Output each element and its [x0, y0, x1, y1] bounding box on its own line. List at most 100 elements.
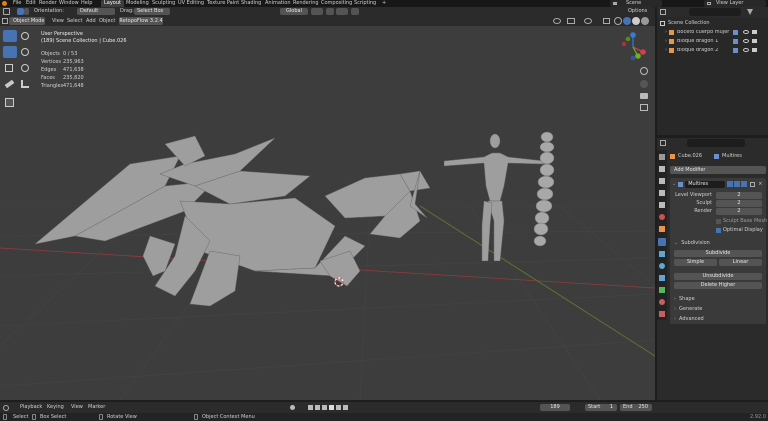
prev-keyframe-icon[interactable]: [315, 405, 320, 410]
perspective-toggle-icon[interactable]: [640, 104, 648, 111]
menu-marker[interactable]: Marker: [88, 405, 105, 410]
snap-target-icon[interactable]: [336, 8, 348, 15]
spine-sculpt-model[interactable]: [532, 131, 562, 251]
transform-orientation-dropdown[interactable]: Global: [280, 8, 308, 15]
gizmo-toggle-icon[interactable]: [567, 18, 575, 24]
expand-arrow-icon[interactable]: ›: [665, 38, 667, 44]
annotate-tool-icon[interactable]: [4, 79, 15, 89]
subdivision-section[interactable]: ⌄ Subdivision: [674, 240, 710, 247]
measure-tool-icon[interactable]: [21, 80, 29, 88]
3d-viewport[interactable]: User Perspective (189) Scene Collection …: [0, 26, 655, 400]
menu-add[interactable]: Add: [86, 19, 96, 24]
linear-button[interactable]: Linear: [719, 259, 762, 266]
optimal-display-checkbox[interactable]: [716, 228, 721, 233]
collapse-arrow-icon[interactable]: ⌄: [672, 181, 676, 187]
tab-layout[interactable]: Layout: [101, 0, 124, 7]
transform-tool-icon[interactable]: [21, 64, 29, 72]
record-icon[interactable]: [290, 405, 295, 410]
mode-dropdown[interactable]: Object Mode: [9, 17, 45, 25]
jump-end-icon[interactable]: [343, 405, 348, 410]
select-mode-new[interactable]: [17, 8, 24, 15]
outliner-editor-icon[interactable]: [660, 9, 666, 15]
view-layer-tab-icon[interactable]: [659, 190, 665, 196]
modifier-name-field[interactable]: Multires: [685, 180, 726, 188]
outliner-search-input[interactable]: [689, 8, 741, 16]
properties-editor-icon[interactable]: [660, 140, 666, 146]
menu-render[interactable]: Render: [39, 1, 57, 6]
visibility-eye-icon[interactable]: [743, 39, 749, 43]
add-workspace-button[interactable]: +: [382, 1, 386, 6]
select-mode-extend[interactable]: [24, 8, 29, 15]
object-tab-icon[interactable]: [659, 226, 665, 232]
optimal-display-row[interactable]: Optimal Display: [716, 227, 763, 234]
expand-arrow-icon[interactable]: ›: [665, 29, 667, 35]
add-modifier-dropdown[interactable]: Add Modifier: [670, 166, 766, 174]
data-tab-icon[interactable]: [659, 287, 665, 293]
3d-cursor-icon[interactable]: [333, 276, 345, 288]
sculpt-base-mesh-row[interactable]: Sculpt Base Mesh: [716, 218, 767, 225]
tab-animation[interactable]: Animation: [265, 1, 291, 6]
select-tool-icon[interactable]: [3, 8, 10, 15]
outliner-item[interactable]: › Bloque dragon 1: [665, 37, 765, 45]
render-camera-icon[interactable]: [752, 39, 757, 43]
cursor-tool-icon[interactable]: [21, 32, 29, 40]
expand-arrow-icon[interactable]: ›: [665, 47, 667, 53]
tab-uv-editing[interactable]: UV Editing: [178, 1, 204, 6]
snap-icon[interactable]: [326, 8, 334, 15]
menu-edit[interactable]: Edit: [26, 1, 36, 6]
tab-rendering[interactable]: Rendering: [293, 1, 319, 6]
navigation-gizmo[interactable]: [618, 32, 648, 62]
shading-solid-icon[interactable]: [623, 17, 631, 25]
menu-select[interactable]: Select: [67, 19, 82, 24]
modifier-tab-icon[interactable]: [658, 238, 666, 246]
jump-start-icon[interactable]: [308, 405, 313, 410]
zoom-icon[interactable]: [640, 67, 648, 75]
shape-section[interactable]: › Shape: [674, 296, 695, 303]
camera-view-icon[interactable]: [640, 93, 648, 99]
outliner-item[interactable]: › Boceto cuerpo mujer: [665, 28, 765, 36]
blender-logo-icon[interactable]: [2, 1, 7, 6]
menu-help[interactable]: Help: [81, 1, 92, 6]
visibility-eye-icon[interactable]: [743, 48, 749, 52]
menu-playback[interactable]: Playback: [20, 405, 42, 410]
edit-mode-toggle-icon[interactable]: [727, 181, 734, 187]
menu-window[interactable]: Window: [59, 1, 79, 6]
view-layer-selector[interactable]: View Layer: [704, 0, 766, 7]
tab-scripting[interactable]: Scripting: [354, 1, 376, 6]
proportional-edit-icon[interactable]: [351, 8, 359, 15]
unsubdivide-button[interactable]: Unsubdivide: [674, 273, 762, 280]
visibility-eye-icon[interactable]: [743, 30, 749, 34]
material-tab-icon[interactable]: [659, 299, 665, 305]
menu-object[interactable]: Object: [99, 19, 115, 24]
options-dropdown[interactable]: Options: [628, 9, 647, 14]
shading-wireframe-icon[interactable]: [614, 17, 622, 25]
add-cube-tool-icon[interactable]: [5, 98, 14, 107]
tab-compositing[interactable]: Compositing: [321, 1, 352, 6]
outliner-root[interactable]: Scene Collection: [660, 19, 710, 27]
viewport-toggle-icon[interactable]: [734, 181, 741, 187]
properties-search-input[interactable]: [687, 139, 745, 147]
menu-file[interactable]: File: [13, 1, 21, 6]
end-frame-field[interactable]: End 250: [620, 404, 652, 411]
generate-section[interactable]: › Generate: [674, 306, 702, 313]
tab-modeling[interactable]: Modeling: [126, 1, 149, 6]
play-icon[interactable]: [329, 405, 334, 410]
constraints-tab-icon[interactable]: [659, 275, 665, 281]
particles-tab-icon[interactable]: [659, 251, 665, 257]
render-camera-icon[interactable]: [752, 48, 757, 52]
sculpt-base-mesh-checkbox[interactable]: [716, 219, 721, 224]
menu-timeline-view[interactable]: View: [71, 405, 83, 410]
move-tool-icon[interactable]: [3, 46, 17, 58]
menu-keying[interactable]: Keying: [47, 405, 64, 410]
timeline-editor-icon[interactable]: [3, 405, 9, 411]
shading-rendered-icon[interactable]: [641, 17, 649, 25]
dragon-model[interactable]: [35, 126, 455, 326]
orientation-dropdown[interactable]: Default: [77, 8, 115, 15]
current-frame-field[interactable]: 189: [540, 404, 570, 411]
editor-type-icon[interactable]: [2, 18, 8, 24]
tool-tab-icon[interactable]: [659, 154, 665, 160]
overlay-toggle-icon[interactable]: [584, 18, 592, 24]
retopoflow-button[interactable]: RetopoFlow 3.2.4: [119, 17, 163, 25]
render-level-field[interactable]: 2: [716, 208, 762, 215]
tab-shading[interactable]: Shading: [241, 1, 261, 6]
